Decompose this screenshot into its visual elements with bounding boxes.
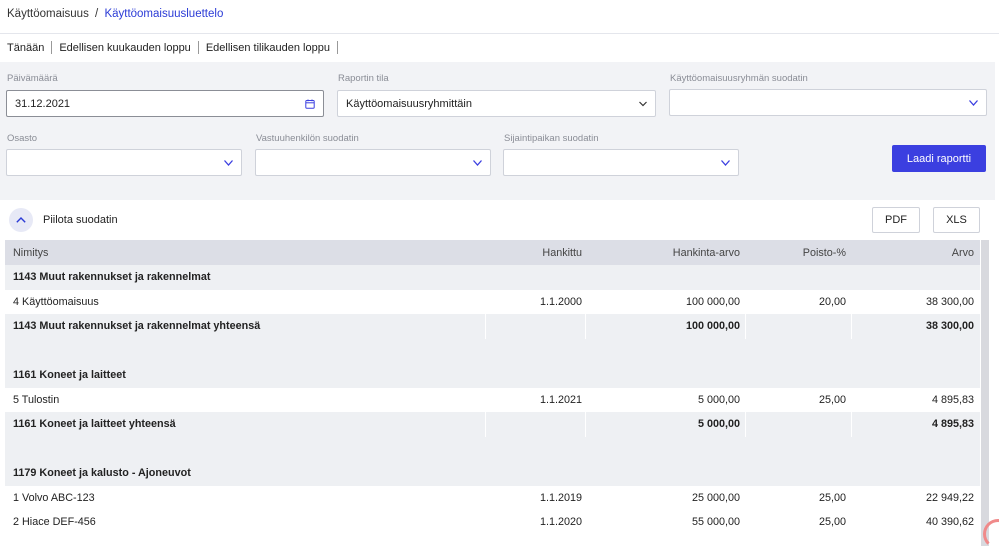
- cell-acquired: 1.1.2021: [539, 393, 582, 406]
- cell-value: 4 895,83: [931, 418, 974, 431]
- quick-date-links: Tänään Edellisen kuukauden loppu Edellis…: [7, 41, 345, 54]
- table-row[interactable]: 4 Käyttöomaisuus 1.1.2000 100 000,00 20,00 3…: [5, 289, 980, 314]
- column-header-value[interactable]: Arvo: [952, 247, 974, 259]
- filter-panel: [0, 62, 995, 200]
- table-row[interactable]: 5 Tulostin 1.1.2021 5 000,00 25,00 4 895,83: [5, 387, 980, 412]
- cell-name: 2 Hiace DEF-456: [13, 516, 96, 529]
- quick-date-today[interactable]: Tänään: [7, 42, 44, 54]
- cell-value: 40 390,62: [925, 516, 974, 529]
- cell-acquired: 1.1.2000: [539, 295, 582, 308]
- chevron-down-icon: [969, 99, 978, 106]
- table-spacer-row: [5, 436, 980, 461]
- chevron-down-icon: [224, 159, 233, 166]
- responsible-label: Vastuuhenkilön suodatin: [256, 133, 359, 144]
- cell-value: 38 300,00: [925, 295, 974, 308]
- column-header-name[interactable]: Nimitys: [13, 247, 48, 259]
- pdf-button[interactable]: PDF: [872, 207, 920, 233]
- cell-depreciation-percent: 25,00: [818, 516, 846, 529]
- cell-divider: [851, 412, 852, 437]
- table-total-row: 1161 Koneet ja laitteet yhteensä 5 000,00…: [5, 412, 980, 437]
- table-scrollbar[interactable]: [981, 240, 989, 546]
- date-field[interactable]: 31.12.2021: [6, 90, 324, 117]
- responsible-select[interactable]: [255, 149, 491, 176]
- cell-depreciation-percent: 20,00: [818, 295, 846, 308]
- cell-name: 5 Tulostin: [13, 393, 60, 406]
- quick-date-divider: [51, 41, 53, 54]
- column-header-acquisition-cost[interactable]: Hankinta-arvo: [673, 247, 740, 259]
- cell-divider: [851, 314, 852, 339]
- chevron-up-icon: [16, 214, 26, 226]
- report-state-label: Raportin tila: [338, 73, 389, 84]
- report-state-select[interactable]: Käyttöomaisuusryhmittäin: [337, 90, 656, 117]
- department-label: Osasto: [7, 133, 38, 144]
- cell-acquired: 1.1.2020: [539, 516, 582, 529]
- location-select[interactable]: [503, 149, 739, 176]
- location-label: Sijaintipaikan suodatin: [504, 133, 599, 144]
- quick-date-last-fiscal-year-end[interactable]: Edellisen tilikauden loppu: [206, 42, 330, 54]
- breadcrumb-current[interactable]: Käyttöomaisuusluettelo: [104, 8, 223, 20]
- table-group-row: 1161 Koneet ja laitteet: [5, 363, 980, 388]
- cell-divider: [485, 314, 486, 339]
- cell-divider: [585, 412, 586, 437]
- generate-report-button[interactable]: Laadi raportti: [892, 145, 986, 172]
- department-select[interactable]: [6, 149, 242, 176]
- cell-value: 38 300,00: [925, 320, 974, 333]
- xls-button[interactable]: XLS: [933, 207, 980, 233]
- quick-date-divider: [336, 41, 338, 54]
- date-value: 31.12.2021: [15, 97, 71, 110]
- group-filter-label: Käyttöomaisuusryhmän suodatin: [670, 73, 808, 84]
- date-label: Päivämäärä: [7, 73, 58, 84]
- chevron-down-icon: [639, 101, 647, 106]
- chevron-down-icon: [473, 159, 482, 166]
- hide-filter-label[interactable]: Piilota suodatin: [43, 214, 118, 226]
- cell-divider: [485, 412, 486, 437]
- cell-divider: [745, 412, 746, 437]
- breadcrumb-separator: /: [95, 8, 99, 20]
- hide-filter-toggle[interactable]: [9, 208, 33, 232]
- table-body: 1143 Muut rakennukset ja rakennelmat 4 Kä…: [5, 265, 980, 535]
- table-total-row: 1143 Muut rakennukset ja rakennelmat yht…: [5, 314, 980, 339]
- cell-divider: [585, 314, 586, 339]
- header-divider: [0, 33, 999, 34]
- cell-name: 1161 Koneet ja laitteet yhteensä: [13, 418, 176, 431]
- cell-name: 1 Volvo ABC-123: [13, 491, 95, 504]
- quick-date-divider: [197, 41, 199, 54]
- cell-acquisition-cost: 55 000,00: [691, 516, 740, 529]
- table-group-row: 1179 Koneet ja kalusto - Ajoneuvot: [5, 461, 980, 486]
- cell-name: 1161 Koneet ja laitteet: [13, 369, 126, 382]
- cell-acquisition-cost: 5 000,00: [697, 393, 740, 406]
- cell-value: 4 895,83: [931, 393, 974, 406]
- cell-acquisition-cost: 100 000,00: [685, 320, 740, 333]
- table-header: Nimitys Hankittu Hankinta-arvo Poisto-% …: [5, 240, 980, 265]
- report-state-value: Käyttöomaisuusryhmittäin: [346, 97, 472, 110]
- cell-divider: [745, 314, 746, 339]
- cell-acquired: 1.1.2019: [539, 491, 582, 504]
- cell-acquisition-cost: 100 000,00: [685, 295, 740, 308]
- cell-depreciation-percent: 25,00: [818, 393, 846, 406]
- calendar-icon[interactable]: [305, 99, 315, 109]
- column-header-depreciation-percent[interactable]: Poisto-%: [803, 247, 846, 259]
- table-row[interactable]: 1 Volvo ABC-123 1.1.2019 25 000,00 25,00 22 …: [5, 485, 980, 510]
- column-header-acquired[interactable]: Hankittu: [542, 247, 582, 259]
- table-toolbar: [0, 200, 995, 240]
- table-group-row: 1143 Muut rakennukset ja rakennelmat: [5, 265, 980, 290]
- cell-acquisition-cost: 25 000,00: [691, 491, 740, 504]
- breadcrumb-parent[interactable]: Käyttöomaisuus: [7, 8, 89, 20]
- chevron-down-icon: [721, 159, 730, 166]
- cell-value: 22 949,22: [925, 491, 974, 504]
- cell-name: 1143 Muut rakennukset ja rakennelmat: [13, 271, 211, 284]
- group-filter-select[interactable]: [669, 89, 987, 116]
- cell-depreciation-percent: 25,00: [818, 491, 846, 504]
- table-row[interactable]: 2 Hiace DEF-456 1.1.2020 55 000,00 25,00 40 …: [5, 510, 980, 535]
- cell-name: 4 Käyttöomaisuus: [13, 295, 99, 308]
- cell-name: 1143 Muut rakennukset ja rakennelmat yht…: [13, 320, 261, 333]
- cell-acquisition-cost: 5 000,00: [697, 418, 740, 431]
- quick-date-last-month-end[interactable]: Edellisen kuukauden loppu: [59, 42, 191, 54]
- asset-table: Nimitys Hankittu Hankinta-arvo Poisto-% …: [5, 240, 980, 535]
- cell-name: 1179 Koneet ja kalusto - Ajoneuvot: [13, 467, 191, 480]
- table-spacer-row: [5, 338, 980, 363]
- breadcrumb: Käyttöomaisuus / Käyttöomaisuusluettelo: [7, 8, 223, 20]
